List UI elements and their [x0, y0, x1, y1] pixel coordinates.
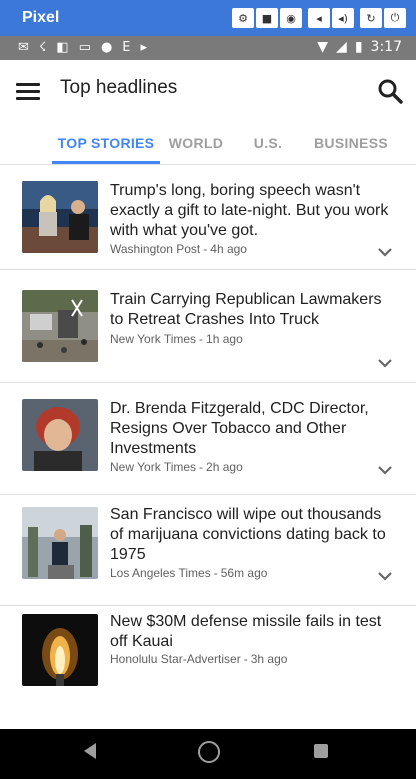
news-item-published: 3h ago	[250, 652, 288, 666]
meta-separator: -	[243, 652, 248, 666]
news-item-title[interactable]: Train Carrying Republican Lawmakers to R…	[110, 290, 396, 330]
category-tabs: TOP STORIES WORLD U.S. BUSINESS T	[0, 122, 416, 164]
news-item-published: 4h ago	[210, 242, 247, 256]
menu-line	[16, 96, 40, 100]
tab-business[interactable]: BUSINESS	[304, 122, 398, 164]
news-item-source: Los Angeles Times	[110, 566, 211, 580]
news-item-image[interactable]	[22, 614, 98, 686]
news-item-published: 56m ago	[220, 566, 268, 580]
emulator-group-settings: ⚙ ■ ◉	[232, 8, 302, 28]
chevron-down-icon[interactable]	[376, 245, 394, 259]
chevron-down-icon[interactable]	[376, 463, 394, 477]
rotate-icon[interactable]: ↻	[360, 8, 382, 28]
emulator-toolbar: Pixel ⚙ ■ ◉ ◂ ◂) ↻ ⏻	[0, 0, 416, 36]
meta-separator: -	[199, 460, 204, 474]
tab-partial[interactable]: T	[404, 122, 416, 164]
navigation-bar	[0, 729, 416, 779]
volume-down-icon[interactable]: ◂	[308, 8, 330, 28]
caret-icon: ▸	[140, 40, 148, 55]
chevron-down-icon[interactable]	[376, 356, 394, 370]
emulator-controls: ⚙ ■ ◉ ◂ ◂) ↻ ⏻	[232, 8, 406, 28]
menu-line	[16, 82, 40, 86]
news-icon: E	[122, 40, 131, 55]
news-item-image[interactable]	[22, 290, 98, 362]
back-icon[interactable]	[84, 743, 96, 759]
news-item-published: 1h ago	[206, 332, 243, 346]
recents-icon[interactable]	[314, 744, 328, 758]
tab-top-stories[interactable]: TOP STORIES	[52, 122, 160, 164]
news-item-published: 2h ago	[206, 460, 243, 474]
status-bar: ✉ ☇ ◧ ▭ ● E ▸ ▼ ◢ ▮ 3:17	[0, 36, 416, 60]
volume-up-icon[interactable]: ◂)	[332, 8, 354, 28]
menu-icon[interactable]	[14, 77, 42, 105]
outlook-icon: ◧	[56, 40, 69, 55]
system-icons: ▼ ◢ ▮ 3:17	[317, 39, 402, 55]
emulator-group-power: ↻ ⏻	[360, 8, 406, 28]
news-item-title[interactable]: Trump's long, boring speech wasn't exact…	[110, 181, 396, 241]
meta-separator: -	[199, 332, 204, 346]
news-item[interactable]: Train Carrying Republican Lawmakers to R…	[0, 270, 416, 383]
search-icon[interactable]	[376, 77, 404, 105]
news-item[interactable]: Dr. Brenda Fitzgerald, CDC Director, Res…	[0, 383, 416, 495]
news-item-source: New York Times	[110, 332, 197, 346]
news-item-source: New York Times	[110, 460, 197, 474]
news-item-meta: Los Angeles Times - 56m ago	[110, 566, 267, 580]
clock: 3:17	[370, 39, 402, 55]
call-missed-icon: ☇	[38, 40, 47, 55]
news-item-source: Honolulu Star-Advertiser	[110, 652, 241, 666]
power-icon[interactable]: ⏻	[384, 8, 406, 28]
emulator-group-volume: ◂ ◂)	[308, 8, 354, 28]
app-bar: Top headlines	[0, 60, 416, 122]
page-title: Top headlines	[60, 77, 178, 98]
signal-icon: ◢	[336, 39, 347, 55]
menu-line	[16, 89, 40, 93]
circle-icon: ●	[100, 40, 113, 55]
news-item-image[interactable]	[22, 507, 98, 579]
news-item-title[interactable]: New $30M defense missile fails in test o…	[110, 612, 396, 652]
news-item-image[interactable]	[22, 181, 98, 253]
battery-icon: ▮	[354, 39, 363, 55]
tab-world[interactable]: WORLD	[160, 122, 232, 164]
news-item-source: Washington Post	[110, 242, 201, 256]
news-item[interactable]: San Francisco will wipe out thousands of…	[0, 495, 416, 606]
news-item-meta: New York Times - 1h ago	[110, 332, 243, 346]
meta-separator: -	[213, 566, 218, 580]
news-item-meta: New York Times - 2h ago	[110, 460, 243, 474]
news-item-title[interactable]: San Francisco will wipe out thousands of…	[110, 505, 396, 565]
video-icon[interactable]: ■	[256, 8, 278, 28]
camera-icon[interactable]: ◉	[280, 8, 302, 28]
chevron-down-icon[interactable]	[376, 569, 394, 583]
news-item[interactable]: Trump's long, boring speech wasn't exact…	[0, 165, 416, 270]
wifi-icon: ▼	[317, 39, 329, 55]
tab-us[interactable]: U.S.	[232, 122, 304, 164]
notification-icons: ✉ ☇ ◧ ▭ ● E ▸	[18, 40, 147, 55]
news-item-image[interactable]	[22, 399, 98, 471]
news-item-title[interactable]: Dr. Brenda Fitzgerald, CDC Director, Res…	[110, 399, 396, 459]
meta-separator: -	[203, 242, 208, 256]
gmail-icon: ✉	[18, 40, 29, 55]
news-item-meta: Washington Post - 4h ago	[110, 242, 247, 256]
keyboard-icon: ▭	[78, 40, 91, 55]
home-icon[interactable]	[198, 741, 220, 763]
news-item-meta: Honolulu Star-Advertiser - 3h ago	[110, 652, 287, 666]
gear-icon[interactable]: ⚙	[232, 8, 254, 28]
news-list[interactable]: Trump's long, boring speech wasn't exact…	[0, 165, 416, 729]
device-name: Pixel	[22, 9, 60, 26]
news-item[interactable]: New $30M defense missile fails in test o…	[0, 606, 416, 729]
